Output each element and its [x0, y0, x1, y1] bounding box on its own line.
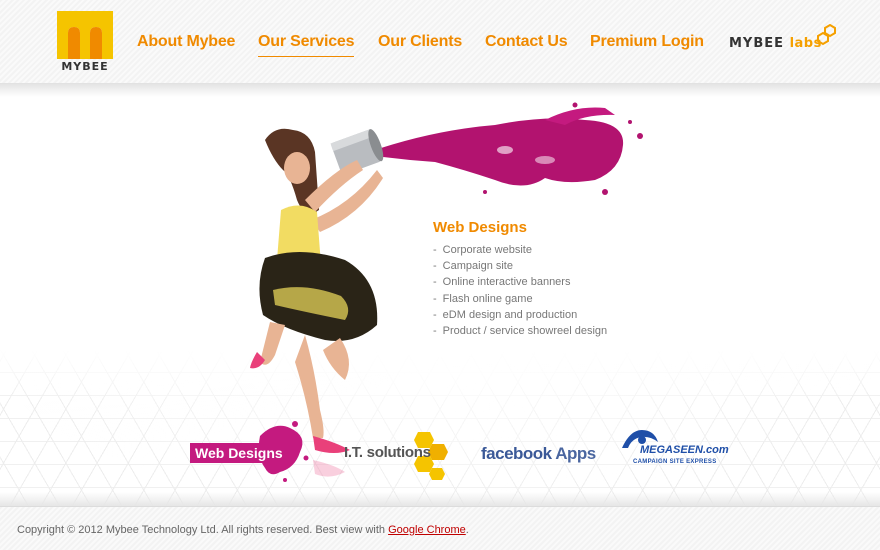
- google-chrome-link[interactable]: Google Chrome: [388, 524, 466, 536]
- list-item: - eDM design and production: [433, 308, 578, 321]
- category-it-solutions[interactable]: I.T. solutions: [344, 430, 452, 480]
- megaseen-label: MEGASEEN.com: [640, 444, 729, 456]
- honeycomb-icon: [817, 24, 836, 46]
- list-item: - Flash online game: [433, 292, 533, 305]
- category-megaseen[interactable]: MEGASEEN.com CAMPAIGN SITE EXPRESS: [620, 428, 729, 472]
- footer: Copyright © 2012 Mybee Technology Ltd. A…: [0, 506, 880, 550]
- nav-clients[interactable]: Our Clients: [378, 33, 462, 55]
- list-item: - Online interactive banners: [433, 276, 571, 289]
- nav-contact[interactable]: Contact Us: [485, 33, 568, 55]
- copyright-text: Copyright © 2012 Mybee Technology Ltd. A…: [17, 524, 469, 536]
- section-title: Web Designs: [433, 219, 527, 236]
- services-panel: Web Designs - Corporate website - Campaign…: [433, 219, 693, 339]
- list-item: - Corporate website: [433, 244, 532, 256]
- services-list: - Corporate website - Campaign site - Onlin…: [433, 242, 693, 339]
- list-item: - Product / service showreel design: [433, 324, 608, 337]
- nav-premium-login[interactable]: Premium Login: [590, 33, 704, 55]
- logo-wordmark: MYBEE: [61, 60, 109, 73]
- megaseen-tagline: CAMPAIGN SITE EXPRESS: [633, 459, 717, 465]
- nav-services[interactable]: Our Services: [258, 33, 355, 57]
- web-designs-label: Web Designs: [190, 443, 288, 463]
- nav-about[interactable]: About Mybee: [137, 33, 235, 55]
- it-solutions-label: I.T. solutions: [344, 444, 431, 461]
- header-shadow: [0, 83, 880, 97]
- labs-wordmark: MYBEE labs: [729, 36, 822, 51]
- category-facebook-apps[interactable]: facebook Apps: [481, 442, 596, 468]
- list-item: - Campaign site: [433, 260, 513, 273]
- header: MYBEE About Mybee Our Services Our Clien…: [0, 0, 880, 84]
- category-web-designs[interactable]: Web Designs: [190, 416, 310, 482]
- facebook-apps-label: facebook Apps: [481, 444, 596, 463]
